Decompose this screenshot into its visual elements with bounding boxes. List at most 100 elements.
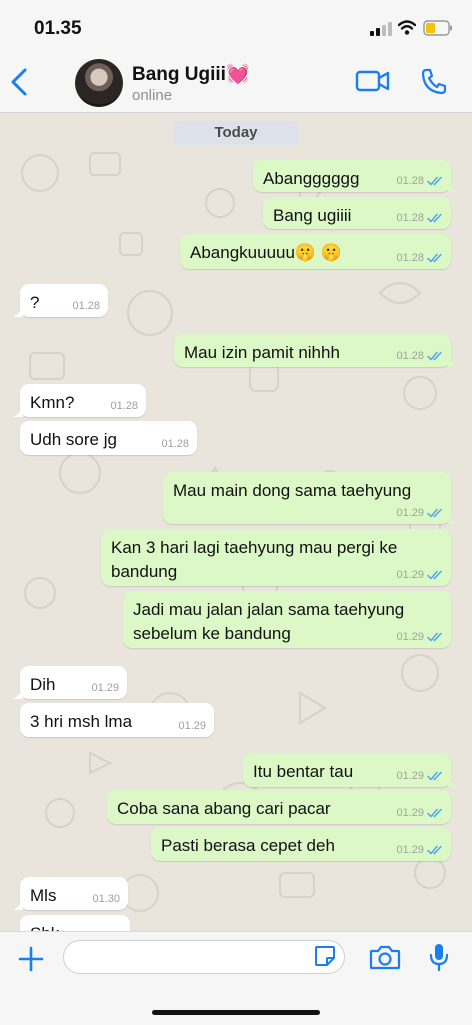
message-text: Mls <box>30 886 57 905</box>
message-time: 01.29 <box>396 844 424 856</box>
message-text: Kan 3 hari lagi taehyung mau pergi ke ba… <box>111 538 398 581</box>
message-time: 01.28 <box>396 212 424 224</box>
contact-status: online <box>132 87 173 104</box>
message-text: Coba sana abang cari pacar <box>117 799 331 818</box>
message-time: 01.28 <box>110 400 138 412</box>
microphone-icon[interactable] <box>428 942 450 972</box>
read-receipt-icon <box>427 632 442 642</box>
message-time: 01.29 <box>396 807 424 819</box>
message-meta: 01.28 <box>161 438 189 450</box>
message-input[interactable] <box>63 940 345 974</box>
status-bar: 01.35 <box>0 0 472 50</box>
message-time: 01.28 <box>161 438 189 450</box>
outgoing-message[interactable]: Coba sana abang cari pacar 01.29 <box>107 790 451 824</box>
message-text: ? <box>30 293 40 312</box>
incoming-message[interactable]: Sbk <box>20 915 130 931</box>
message-meta: 01.29 <box>396 807 443 819</box>
bubble-tail <box>13 898 23 910</box>
read-receipt-icon <box>427 508 442 518</box>
message-meta: 01.30 <box>92 893 120 905</box>
message-meta: 01.28 <box>396 212 443 224</box>
message-text: Mau izin pamit nihhh <box>184 343 340 362</box>
status-time: 01.35 <box>34 18 82 39</box>
read-receipt-icon <box>427 771 442 781</box>
message-text: Mau main dong sama taehyung <box>173 481 412 500</box>
message-time: 01.29 <box>178 720 206 732</box>
read-receipt-icon <box>427 253 442 263</box>
message-meta: 01.28 <box>110 400 138 412</box>
message-text: Sbk <box>30 922 59 931</box>
message-text: Dih <box>30 675 56 694</box>
read-receipt-icon <box>427 176 442 186</box>
bubble-tail <box>13 305 23 317</box>
bubble-tail <box>448 775 458 787</box>
bubble-tail <box>448 512 458 524</box>
incoming-message[interactable]: ? 01.28 <box>13 284 108 317</box>
outgoing-message[interactable]: Bang ugiiii 01.28 <box>263 197 451 229</box>
date-divider: Today <box>173 121 299 145</box>
message-meta: 01.29 <box>91 682 119 694</box>
read-receipt-icon <box>427 570 442 580</box>
message-text: Pasti berasa cepet deh <box>161 836 335 855</box>
outgoing-message[interactable]: Abangggggg 01.28 <box>253 160 458 192</box>
message-meta: 01.28 <box>396 175 443 187</box>
incoming-message[interactable]: Kmn? 01.28 <box>13 384 146 417</box>
message-text: Abangggggg <box>263 169 360 188</box>
message-time: 01.29 <box>396 507 424 519</box>
signal-icon <box>370 22 392 36</box>
message-text: Jadi mau jalan jalan sama taehyung sebel… <box>133 600 405 643</box>
message-meta: 01.29 <box>396 631 443 643</box>
bubble-tail <box>448 355 458 367</box>
message-meta: 01.29 <box>178 720 206 732</box>
bubble-tail <box>13 687 23 699</box>
plus-icon[interactable] <box>18 946 44 972</box>
incoming-message[interactable]: Dih 01.29 <box>13 666 127 699</box>
message-time: 01.29 <box>91 682 119 694</box>
message-text: Itu bentar tau <box>253 762 354 781</box>
message-meta: 01.28 <box>396 350 443 362</box>
message-meta: 01.29 <box>396 844 443 856</box>
message-meta: 01.28 <box>72 300 100 312</box>
wifi-icon <box>398 20 416 35</box>
contact-name[interactable]: Bang Ugiii💓 <box>132 62 250 86</box>
message-text: Udh sore jg <box>30 430 117 449</box>
outgoing-message[interactable]: Pasti berasa cepet deh 01.29 <box>151 827 451 861</box>
outgoing-message[interactable]: Mau izin pamit nihhh 01.28 <box>174 334 458 367</box>
incoming-message[interactable]: Udh sore jg 01.28 <box>20 421 197 455</box>
message-time: 01.28 <box>396 252 424 264</box>
message-meta: 01.29 <box>396 770 443 782</box>
message-text: Kmn? <box>30 393 75 412</box>
incoming-message[interactable]: Mls 01.30 <box>13 877 128 910</box>
message-time: 01.28 <box>396 175 424 187</box>
message-text: Abangkuuuuu🤫 🤫 <box>190 243 342 262</box>
chevron-left-icon[interactable] <box>8 67 32 97</box>
message-time: 01.29 <box>396 770 424 782</box>
home-indicator <box>152 1010 320 1015</box>
chat-header: Bang Ugiii💓 online <box>0 50 472 113</box>
outgoing-message[interactable]: Mau main dong sama taehyung 01.29 <box>163 472 458 524</box>
bubble-tail <box>448 180 458 192</box>
message-time: 01.30 <box>92 893 120 905</box>
message-time: 01.28 <box>72 300 100 312</box>
avatar[interactable] <box>75 59 123 107</box>
message-meta: 01.29 <box>396 569 443 581</box>
camera-icon[interactable] <box>369 944 401 970</box>
outgoing-message[interactable]: Jadi mau jalan jalan sama taehyung sebel… <box>123 591 451 648</box>
phone-icon[interactable] <box>420 67 448 95</box>
video-call-icon[interactable] <box>355 68 391 94</box>
battery-icon <box>423 20 452 36</box>
incoming-message[interactable]: 3 hri msh lma 01.29 <box>20 703 214 737</box>
outgoing-message[interactable]: Itu bentar tau 01.29 <box>243 753 458 787</box>
message-meta: 01.28 <box>396 252 443 264</box>
message-text: Bang ugiiii <box>273 206 352 225</box>
message-time: 01.28 <box>396 350 424 362</box>
message-text: 3 hri msh lma <box>30 712 133 731</box>
read-receipt-icon <box>427 845 442 855</box>
chat-area[interactable]: Today Abangggggg 01.28 Bang ugiiii 01.28 Aba… <box>0 113 472 931</box>
input-bar <box>0 931 472 1025</box>
outgoing-message[interactable]: Kan 3 hari lagi taehyung mau pergi ke ba… <box>101 529 451 586</box>
outgoing-message[interactable]: Abangkuuuuu🤫 🤫 01.28 <box>180 234 451 269</box>
message-time: 01.29 <box>396 569 424 581</box>
bubble-tail <box>13 405 23 417</box>
sticker-icon[interactable] <box>313 944 337 968</box>
